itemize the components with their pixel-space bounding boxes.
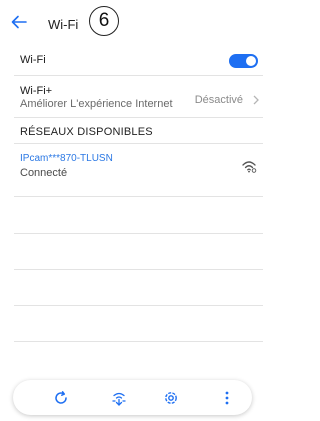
page-title: Wi-Fi [48,17,79,32]
more-icon [225,391,229,405]
wps-icon [112,392,126,406]
divider [14,143,263,144]
settings-button[interactable] [161,388,181,408]
wifi-toggle-label: Wi-Fi [20,54,46,66]
back-button[interactable] [6,10,32,34]
network-list-item[interactable]: IPcam***870-TLUSN Connecté [0,146,263,184]
wifi-plus-subtitle: Améliorer L'expérience Internet [20,98,173,110]
divider [14,341,263,342]
divider [14,305,263,306]
divider [14,233,263,234]
chevron-right-icon [253,95,259,105]
back-arrow-icon [11,15,27,29]
settings-icon [165,392,177,404]
wifi-plus-status: Désactivé [194,94,243,106]
wifi-toggle-switch[interactable] [229,54,258,68]
divider [14,269,263,270]
toggle-knob [246,56,256,66]
bottom-action-bar [13,380,252,415]
divider [14,117,263,118]
step-number-badge: 6 [89,6,119,36]
wps-button[interactable] [109,388,129,408]
wifi-signal-icon [242,161,257,173]
more-options-button[interactable] [217,388,237,408]
refresh-icon [55,391,67,404]
network-status: Connecté [20,167,68,179]
wifi-plus-title: Wi-Fi+ [20,85,53,97]
network-ssid: IPcam***870-TLUSN [20,153,113,164]
divider [14,196,263,197]
wifi-plus-row[interactable]: Wi-Fi+ Améliorer L'expérience Internet D… [0,76,263,114]
available-networks-header: RÉSEAUX DISPONIBLES [20,126,153,138]
app-header: Wi-Fi 6 [0,0,263,44]
refresh-button[interactable] [51,388,71,408]
